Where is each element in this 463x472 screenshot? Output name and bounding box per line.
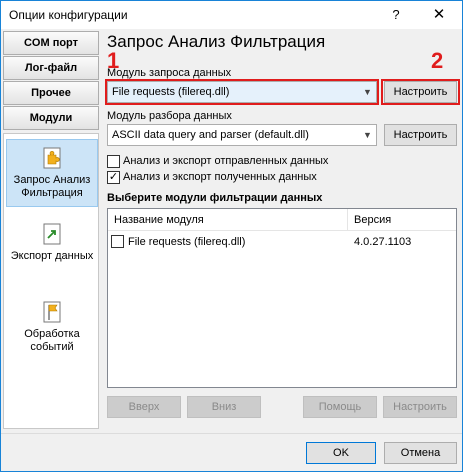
- sidebar-button-com-port[interactable]: COM порт: [3, 31, 99, 55]
- export-icon: [42, 222, 62, 246]
- analyze-sent-checkbox[interactable]: [107, 155, 120, 168]
- module-list-panel: Запрос Анализ Фильтрация Экспорт данных: [3, 133, 99, 429]
- analyze-received-checkbox[interactable]: ✓: [107, 171, 120, 184]
- filter-row-version: 4.0.27.1103: [354, 236, 412, 248]
- query-module-select[interactable]: File requests (filereq.dll) ▼: [107, 81, 377, 103]
- list-header: Название модуля Версия: [108, 209, 456, 231]
- sidebar-item-data-export[interactable]: Экспорт данных: [6, 216, 98, 280]
- parser-module-label: Модуль разбора данных: [107, 110, 232, 122]
- sidebar-button-modules[interactable]: Модули: [3, 106, 99, 130]
- puzzle-icon: [42, 146, 62, 170]
- filter-modules-title: Выберите модули фильтрации данных: [107, 192, 323, 204]
- sidebar-item-label: Запрос Анализ Фильтрация: [13, 174, 91, 199]
- column-separator: [347, 209, 348, 231]
- filter-row-name: File requests (filereq.dll): [128, 236, 246, 248]
- table-row[interactable]: File requests (filereq.dll) 4.0.27.1103: [108, 233, 456, 251]
- parser-module-value: ASCII data query and parser (default.dll…: [112, 129, 309, 141]
- sidebar-item-label: Обработка событий: [24, 328, 80, 353]
- help-module-button[interactable]: Помощь: [303, 396, 377, 418]
- sidebar: COM порт Лог-файл Прочее Модули Запрос А…: [1, 29, 101, 433]
- column-header-name[interactable]: Название модуля: [114, 214, 204, 226]
- sidebar-item-query-analysis[interactable]: Запрос Анализ Фильтрация: [6, 139, 98, 207]
- sidebar-item-event-handling[interactable]: Обработка событий: [6, 294, 98, 358]
- list-configure-button[interactable]: Настроить: [383, 396, 457, 418]
- config-window: Опции конфигурации ? ✕ COM порт Лог-файл…: [0, 0, 463, 472]
- move-down-button[interactable]: Вниз: [187, 396, 261, 418]
- help-button[interactable]: ?: [381, 1, 411, 29]
- flag-icon: [42, 300, 62, 324]
- sidebar-item-label: Экспорт данных: [10, 250, 94, 262]
- analyze-received-label: Анализ и экспорт полученных данных: [123, 171, 317, 183]
- ok-button[interactable]: OK: [306, 442, 376, 464]
- filter-row-checkbox[interactable]: [111, 235, 124, 248]
- parser-configure-button[interactable]: Настроить: [384, 124, 457, 146]
- sidebar-button-other[interactable]: Прочее: [3, 81, 99, 105]
- chevron-down-icon: ▼: [363, 130, 372, 140]
- page-title: Запрос Анализ Фильтрация: [107, 32, 326, 51]
- analyze-sent-label: Анализ и экспорт отправленных данных: [123, 155, 329, 167]
- column-header-version[interactable]: Версия: [354, 214, 391, 226]
- query-configure-button[interactable]: Настроить: [384, 81, 457, 103]
- move-up-button[interactable]: Вверх: [107, 396, 181, 418]
- parser-module-select[interactable]: ASCII data query and parser (default.dll…: [107, 124, 377, 146]
- chevron-down-icon: ▼: [363, 87, 372, 97]
- window-title: Опции конфигурации: [9, 8, 128, 22]
- filter-modules-list: Название модуля Версия File requests (fi…: [107, 208, 457, 388]
- close-button[interactable]: ✕: [417, 1, 461, 29]
- title-bar: Опции конфигурации ? ✕: [1, 1, 462, 29]
- sidebar-button-log-file[interactable]: Лог-файл: [3, 56, 99, 80]
- query-module-value: File requests (filereq.dll): [112, 86, 230, 98]
- marker-2: 2: [431, 48, 444, 73]
- footer-divider: [1, 433, 462, 434]
- query-module-label: Модуль запроса данных: [107, 67, 232, 79]
- cancel-button[interactable]: Отмена: [384, 442, 457, 464]
